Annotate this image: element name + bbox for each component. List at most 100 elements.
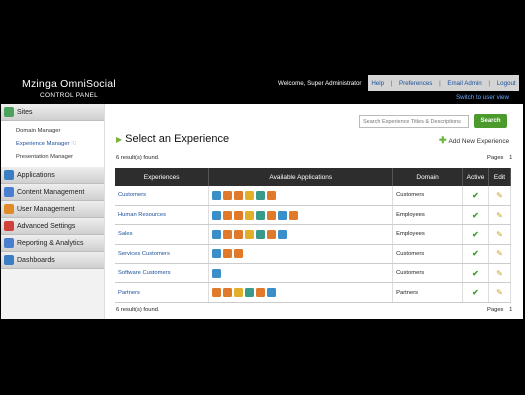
checkmark-icon: ✔ xyxy=(472,210,479,220)
experience-name-link[interactable]: Software Customers xyxy=(115,263,210,284)
table-row: Services Customers Customers ✔ ✎ xyxy=(115,244,511,265)
page-title-text: Select an Experience xyxy=(125,133,230,145)
sidebar-section-content-management[interactable]: Content Management xyxy=(1,184,104,201)
experience-name-link[interactable]: Partners xyxy=(115,282,210,303)
application-icons xyxy=(209,268,392,278)
application-icon xyxy=(212,249,222,259)
sidebar-section-user-management[interactable]: User Management xyxy=(1,201,104,218)
page-number[interactable]: 1 xyxy=(509,155,512,161)
preferences-link[interactable]: Preferences xyxy=(399,80,432,87)
experience-name-link[interactable]: Sales xyxy=(115,224,210,245)
pages-label: Pages xyxy=(487,307,504,313)
pagination-bottom: Pages 1 xyxy=(487,307,512,313)
logout-link[interactable]: Logout xyxy=(497,80,516,87)
application-icon xyxy=(245,190,255,200)
available-applications-cell xyxy=(208,244,394,265)
checkmark-icon: ✔ xyxy=(472,288,479,298)
column-header-experiences[interactable]: Experiences xyxy=(115,168,210,186)
edit-pencil-icon[interactable]: ✎ xyxy=(496,288,503,297)
sidebar-section-advanced-settings[interactable]: Advanced Settings xyxy=(1,218,104,235)
search-input[interactable] xyxy=(359,115,469,128)
content-icon xyxy=(4,187,14,197)
edit-cell: ✎ xyxy=(488,224,511,245)
edit-cell: ✎ xyxy=(488,205,511,226)
application-icon xyxy=(245,210,255,220)
active-cell: ✔ xyxy=(462,205,489,226)
available-applications-cell xyxy=(208,282,394,303)
sidebar-item-label: Experience Manager xyxy=(16,141,70,147)
column-header-domain[interactable]: Domain xyxy=(392,168,464,186)
search-button[interactable]: Search xyxy=(474,114,507,128)
experience-name-link[interactable]: Human Resources xyxy=(115,205,210,226)
experience-name-link[interactable]: Services Customers xyxy=(115,244,210,265)
edit-pencil-icon[interactable]: ✎ xyxy=(496,249,503,258)
application-icon xyxy=(256,190,266,200)
application-icon xyxy=(267,210,277,220)
sidebar-item-domain-manager[interactable]: Domain Manager xyxy=(16,125,104,138)
application-icon xyxy=(212,288,222,298)
application-icon xyxy=(256,210,266,220)
edit-pencil-icon[interactable]: ✎ xyxy=(496,269,503,278)
application-icon xyxy=(234,229,244,239)
table-row: Customers Customers ✔ ✎ xyxy=(115,186,511,206)
main-content: Search ▶Select an Experience ✚Add New Ex… xyxy=(113,104,513,319)
active-cell: ✔ xyxy=(462,186,489,206)
edit-pencil-icon[interactable]: ✎ xyxy=(496,191,503,200)
application-icon xyxy=(289,210,299,220)
application-icon xyxy=(245,288,255,298)
application-icon xyxy=(223,210,233,220)
content-panel: Sites Domain Manager Experience Manager … xyxy=(1,104,523,319)
experiences-table: Experiences Available Applications Domai… xyxy=(115,168,511,303)
application-icon xyxy=(223,190,233,200)
application-icon xyxy=(245,229,255,239)
edit-pencil-icon[interactable]: ✎ xyxy=(496,230,503,239)
application-icons xyxy=(209,190,392,200)
dashboard-icon xyxy=(4,255,14,265)
brand: Mzinga OmniSocial CONTROL PANEL xyxy=(22,78,116,99)
nav-separator: | xyxy=(439,79,441,87)
application-icons xyxy=(209,210,392,220)
sidebar-item-experience-manager[interactable]: Experience Manager ☜ xyxy=(16,138,104,151)
page-title: ▶ Select an Experience xyxy=(116,133,229,145)
application-icon xyxy=(256,229,266,239)
application-icons xyxy=(209,229,392,239)
available-applications-cell xyxy=(208,205,394,226)
sidebar-section-applications[interactable]: Applications xyxy=(1,167,104,184)
domain-cell: Customers xyxy=(392,244,464,265)
sidebar-section-label: Advanced Settings xyxy=(17,222,76,230)
sidebar-section-dashboards[interactable]: Dashboards xyxy=(1,252,104,269)
sidebar-section-sites[interactable]: Sites xyxy=(1,104,104,121)
application-icon xyxy=(234,249,244,259)
application-icon xyxy=(267,229,277,239)
application-icon xyxy=(212,190,222,200)
domain-cell: Customers xyxy=(392,186,464,206)
application-icon xyxy=(212,229,222,239)
plus-icon: ✚ xyxy=(439,135,447,145)
sidebar-item-presentation-manager[interactable]: Presentation Manager xyxy=(16,151,104,164)
application-icon xyxy=(278,210,288,220)
checkmark-icon: ✔ xyxy=(472,190,479,200)
page-number[interactable]: 1 xyxy=(509,307,512,313)
experience-name-link[interactable]: Customers xyxy=(115,186,210,206)
column-header-edit: Edit xyxy=(488,168,511,186)
home-icon xyxy=(4,107,14,117)
edit-pencil-icon[interactable]: ✎ xyxy=(496,211,503,220)
available-applications-cell xyxy=(208,263,394,284)
title-arrow-icon: ▶ xyxy=(116,135,123,144)
user-icon xyxy=(4,204,14,214)
edit-cell: ✎ xyxy=(488,186,511,206)
add-new-experience-button[interactable]: ✚ Add New Experience xyxy=(439,135,509,146)
help-link[interactable]: Help xyxy=(371,80,384,87)
email-admin-link[interactable]: Email Admin xyxy=(447,80,481,87)
sidebar-section-reporting[interactable]: Reporting & Analytics xyxy=(1,235,104,252)
edit-cell: ✎ xyxy=(488,282,511,303)
checkmark-icon: ✔ xyxy=(472,268,479,278)
app-title: Mzinga OmniSocial xyxy=(22,78,116,90)
active-cell: ✔ xyxy=(462,224,489,245)
cursor-hand-icon: ☜ xyxy=(71,141,77,147)
table-header-row: Experiences Available Applications Domai… xyxy=(115,168,511,186)
top-nav: Help | Preferences | Email Admin | Logou… xyxy=(368,75,519,91)
switch-user-link[interactable]: Switch to user view xyxy=(456,94,509,101)
application-icon xyxy=(267,190,277,200)
application-icon xyxy=(278,229,288,239)
